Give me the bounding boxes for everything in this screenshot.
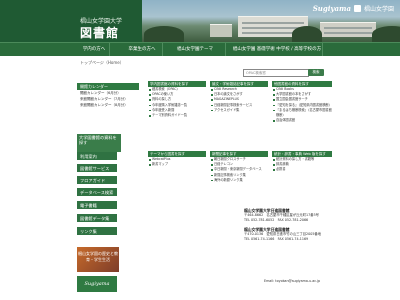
search-button[interactable]: 検索	[308, 69, 324, 76]
block-articles: 論文・学術雑誌記事を探す CiNii Research 日本の論文をさがす MA…	[210, 81, 268, 113]
tree-image	[292, 26, 322, 42]
block-link[interactable]: 新書マップ	[148, 162, 206, 167]
sidebar-item-usage[interactable]: 利用案内	[77, 152, 117, 161]
page: 椙山女学園大学 図書館 Sugiyama 椙山女学園 学内の方へ 卒業生の方へ …	[0, 0, 400, 300]
search-input[interactable]: OPAC検索窓	[243, 69, 309, 77]
sidebar-item-database[interactable]: データベース検索	[77, 188, 117, 197]
contact-email[interactable]: Email: toyokan@sugiyama-u.ac.jp	[264, 279, 320, 283]
block-newspaper: 新聞記事を探す 朝日新聞クロスサーチ 日経テレコン 中日新聞・東京新聞データベー…	[210, 151, 268, 183]
block-link[interactable]: 必携書	[272, 167, 332, 172]
brand-sub: 椙山女学園	[363, 6, 394, 13]
top-nav: 学内の方へ 卒業生の方へ 椙山女学園テーマ 椙山女学園 基礎学術 中学校 / 高…	[0, 42, 400, 65]
nav-item-graduates[interactable]: 卒業生の方へ	[122, 43, 163, 56]
calendar-link[interactable]: 来館開館カレンダー（8月分）	[77, 102, 139, 108]
nav-item-schools[interactable]: 椙山女学園 基礎学術 中学校 / 高等学校の方へ	[232, 43, 323, 65]
block-link[interactable]: アクセスガイド集	[210, 108, 268, 113]
block-search-catalog: 学内図書館の資料を探す 蔵書検索（OPAC） OPACの使い方 資料の探し方 今…	[148, 81, 206, 118]
sidebar-item-links[interactable]: リンク集	[77, 227, 117, 236]
block-theme: テーマから図書を探す WebcatPlus 新書マップ	[148, 151, 206, 167]
library-phone: TEL 0561-74-1166 FAX 0561-74-1169	[244, 237, 309, 241]
history-banner[interactable]: 椙山女学園の歴史と教育・学生生活	[77, 247, 119, 272]
sidebar-item-ebooks[interactable]: 電子書籍	[77, 201, 117, 210]
brand-wordmark: Sugiyama	[312, 4, 351, 13]
school-emblem-icon	[353, 5, 361, 12]
calendar-panel: 開館カレンダー 開館カレンダー（6月分） 来館開館カレンダー（7月分） 来館開館…	[77, 83, 139, 121]
block-link[interactable]: 自治体図書館	[272, 118, 332, 123]
building-image	[320, 22, 376, 37]
brand-logo[interactable]: Sugiyama 椙山女学園	[313, 4, 394, 13]
contact-info: 椙山女学園大学日進図書館 〒464-8662 名古屋市千種区星が丘元町17番3号…	[244, 208, 334, 242]
sidebar-item-data[interactable]: 図書館データ集	[77, 214, 117, 223]
nav-item-theme[interactable]: 椙山女学園テーマ	[165, 43, 226, 56]
block-link[interactable]: 海外の新聞リンク集	[210, 178, 268, 183]
sugiyama-banner[interactable]: Sugiyama	[77, 276, 117, 292]
building-image	[210, 24, 232, 37]
tree-image	[144, 26, 184, 42]
site-title[interactable]: 図書館	[80, 24, 119, 41]
breadcrumb[interactable]: トップページ（Home）	[80, 60, 124, 66]
block-other-libraries: 他図書館の資料を探す CiNii Books 大学図書館の本をさがす 国立国会図…	[272, 81, 332, 123]
site-header: 椙山女学園大学 図書館 Sugiyama 椙山女学園	[0, 0, 400, 42]
nav-item-students[interactable]: 学内の方へ	[79, 43, 110, 56]
tree-image	[372, 26, 400, 42]
sidebar-item-floor[interactable]: フロアガイド	[77, 176, 117, 185]
block-statistics: 統計・辞書・事典 Web 版を探す 統計資料の探し方・書籍等 辞書辞典 必携書	[272, 151, 332, 173]
calendar-title: 開館カレンダー	[77, 83, 139, 90]
sidebar-item-services[interactable]: 図書館サービス	[77, 164, 117, 173]
block-link[interactable]: 『まるはち横断検索』（名古屋市図書館横断）	[272, 108, 332, 118]
search-materials-box[interactable]: 大学図書館の資料を探す	[77, 134, 121, 152]
block-link[interactable]: テーマ別資料ガイド一覧	[148, 113, 206, 118]
